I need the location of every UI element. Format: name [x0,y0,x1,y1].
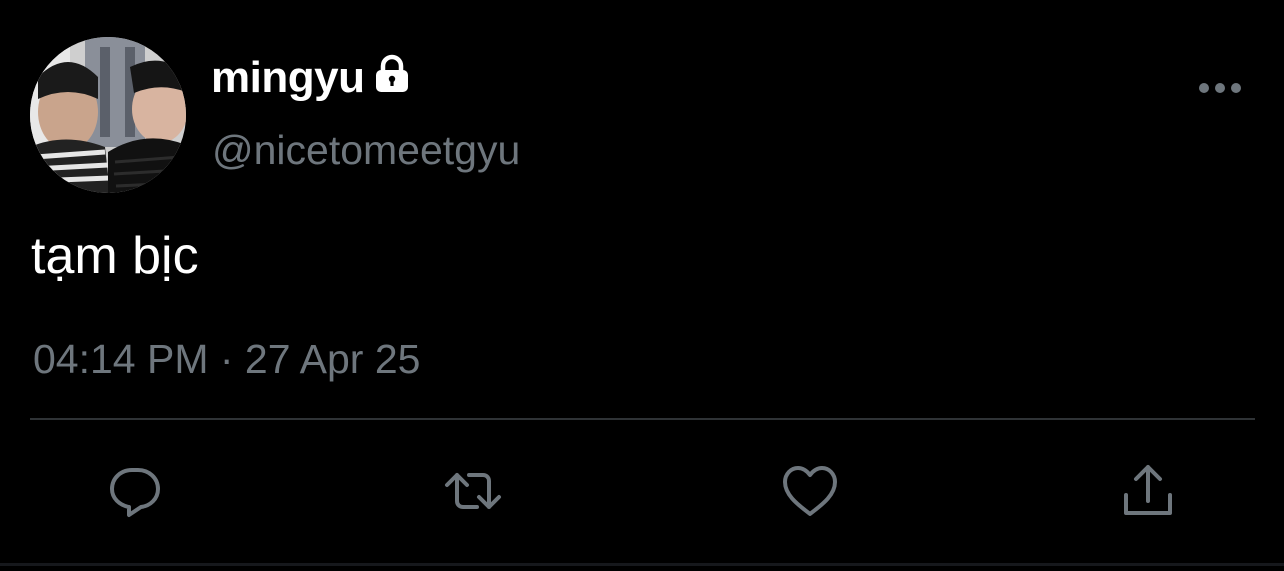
avatar[interactable] [30,37,186,193]
user-handle[interactable]: @nicetomeetgyu [212,125,520,175]
tweet-timestamp[interactable]: 04:14 PM · 27 Apr 25 [33,333,420,385]
action-bar [0,455,1284,527]
retweet-button[interactable] [437,455,509,527]
reply-button[interactable] [99,455,171,527]
tweet-card: mingyu @nicetomeetgyu tạm bịc 04:14 PM ·… [0,0,1284,571]
bottom-separator [0,563,1284,566]
avatar-photo [30,37,186,193]
lock-icon [372,54,412,94]
retweet-icon [445,473,501,509]
tweet-text: tạm bịc [31,227,199,285]
divider [30,418,1255,420]
share-button[interactable] [1112,455,1184,527]
more-horizontal-icon[interactable] [1196,75,1244,101]
like-button[interactable] [774,455,846,527]
reply-icon [110,468,160,517]
heart-icon [783,466,837,516]
display-name[interactable]: mingyu [211,52,365,104]
share-icon [1124,465,1172,515]
display-name-row: mingyu [211,52,412,104]
